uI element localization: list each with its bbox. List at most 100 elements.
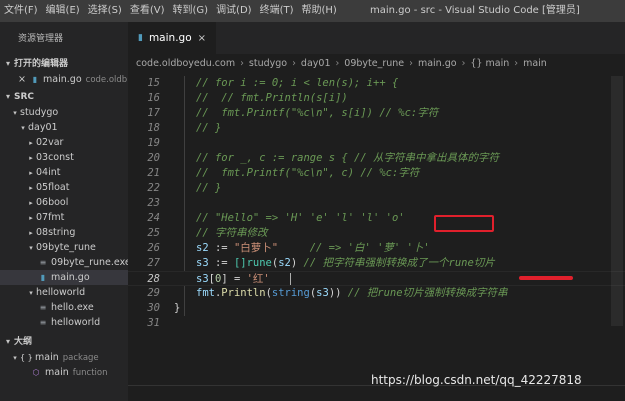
breadcrumb-item[interactable]: studygo bbox=[249, 54, 287, 74]
chevron-down-icon: ▾ bbox=[21, 124, 25, 132]
tree-label: 02var bbox=[36, 137, 64, 148]
menu-debug[interactable]: 调试(D) bbox=[212, 0, 256, 22]
chevron-right-icon: › bbox=[240, 58, 244, 69]
chevron-down-icon: ▾ bbox=[13, 109, 17, 117]
tree-label: main.go bbox=[51, 272, 90, 283]
tree-file-hello-exe[interactable]: ≡ hello.exe bbox=[0, 300, 128, 315]
line-number: 28 bbox=[147, 273, 160, 285]
scrollbar[interactable] bbox=[611, 76, 623, 326]
code-line-31: 31 bbox=[128, 316, 625, 331]
chevron-right-icon: ▸ bbox=[29, 214, 33, 222]
menu-file[interactable]: 文件(F) bbox=[0, 0, 42, 22]
line-number: 31 bbox=[147, 317, 160, 329]
code-line-24: 24 // "Hello" => 'H' 'e' 'l' 'l' 'o' bbox=[128, 211, 625, 226]
outline-desc: function bbox=[72, 368, 108, 378]
code-text: // 字符串修改 bbox=[196, 227, 268, 239]
watermark-text: https://blog.csdn.net/qq_42227818 bbox=[371, 373, 582, 387]
code-var: s2 bbox=[196, 242, 209, 254]
breadcrumb-item[interactable]: {} main bbox=[470, 54, 509, 74]
text-cursor bbox=[289, 273, 291, 285]
menu-go[interactable]: 转到(G) bbox=[169, 0, 213, 22]
tree-folder-helloworld[interactable]: ▾ helloworld bbox=[0, 285, 128, 300]
open-editors-section[interactable]: ▾ 打开的编辑器 bbox=[0, 56, 128, 72]
chevron-right-icon: › bbox=[409, 58, 413, 69]
code-line-18: 18 // } bbox=[128, 121, 625, 136]
chevron-right-icon: ▸ bbox=[29, 169, 33, 177]
src-section[interactable]: ▾ SRC bbox=[0, 89, 128, 105]
tab-bar: ▮ main.go × bbox=[128, 22, 625, 54]
close-icon[interactable]: × bbox=[18, 72, 30, 87]
tree-folder-03const[interactable]: ▸ 03const bbox=[0, 150, 128, 165]
line-number: 24 bbox=[147, 212, 160, 224]
go-file-icon: ▮ bbox=[138, 33, 143, 43]
tree-file-main-go[interactable]: ▮ main.go bbox=[0, 270, 128, 285]
code-line-23: 23 bbox=[128, 196, 625, 211]
tab-main-go[interactable]: ▮ main.go × bbox=[128, 22, 217, 54]
close-icon[interactable]: × bbox=[198, 33, 206, 44]
tree-folder-02var[interactable]: ▸ 02var bbox=[0, 135, 128, 150]
outline-title: 大纲 bbox=[14, 337, 33, 347]
breadcrumb-item[interactable]: main bbox=[523, 54, 547, 74]
line-number: 16 bbox=[147, 92, 160, 104]
tree-folder-04int[interactable]: ▸ 04int bbox=[0, 165, 128, 180]
code-var: s3 bbox=[316, 287, 329, 299]
tree-folder-studygo[interactable]: ▾ studygo bbox=[0, 105, 128, 120]
line-number: 26 bbox=[147, 242, 160, 254]
menu-view[interactable]: 查看(V) bbox=[126, 0, 169, 22]
line-number: 20 bbox=[147, 152, 160, 164]
code-var: s3 bbox=[196, 273, 209, 285]
breadcrumb-item[interactable]: code.oldboyedu.com bbox=[136, 54, 235, 74]
code-text: // fmt.Printf("%c\n", c) // %c:字符 bbox=[196, 167, 420, 179]
tree-file-helloworld[interactable]: ≡ helloworld bbox=[0, 315, 128, 330]
code-editor[interactable]: 15 // for i := 0; i < len(s); i++ { 16 // … bbox=[128, 76, 625, 366]
breadcrumb: code.oldboyedu.com › studygo › day01 › 09by… bbox=[128, 54, 625, 74]
red-underline-mark bbox=[519, 276, 573, 280]
breadcrumb-item[interactable]: 09byte_rune bbox=[344, 54, 404, 74]
chevron-down-icon: ▾ bbox=[6, 337, 11, 346]
outline-label: main bbox=[35, 352, 59, 363]
code-line-30: 30} bbox=[128, 301, 625, 316]
tree-label: 04int bbox=[36, 167, 61, 178]
code-text: // // fmt.Println(s[i]) bbox=[196, 92, 348, 104]
open-editors-title: 打开的编辑器 bbox=[14, 59, 69, 69]
src-title: SRC bbox=[14, 92, 35, 102]
chevron-down-icon: ▾ bbox=[29, 244, 33, 252]
red-highlight-box bbox=[434, 215, 494, 232]
tree-folder-08string[interactable]: ▸ 08string bbox=[0, 225, 128, 240]
code-var: s3 bbox=[196, 257, 209, 269]
breadcrumb-item[interactable]: main.go bbox=[418, 54, 457, 74]
menu-help[interactable]: 帮助(H) bbox=[298, 0, 341, 22]
code-text: // fmt.Printf("%c\n", s[i]) // %c:字符 bbox=[196, 107, 439, 119]
tree-folder-09byte-rune[interactable]: ▾ 09byte_rune bbox=[0, 240, 128, 255]
menu-selection[interactable]: 选择(S) bbox=[84, 0, 126, 22]
line-number: 29 bbox=[147, 287, 160, 299]
breadcrumb-item[interactable]: day01 bbox=[301, 54, 331, 74]
code-comment: // => '白' '萝' '卜' bbox=[309, 242, 430, 254]
tree-label: 07fmt bbox=[36, 212, 65, 223]
code-op: := bbox=[208, 242, 234, 254]
outline-desc: package bbox=[62, 353, 99, 363]
tree-file-09byte-rune-exe[interactable]: ≡ 09byte_rune.exe bbox=[0, 255, 128, 270]
outline-item-package[interactable]: ▾{ } main package bbox=[0, 350, 128, 365]
tree-folder-07fmt[interactable]: ▸ 07fmt bbox=[0, 210, 128, 225]
outline-label: main bbox=[45, 367, 69, 378]
menu-terminal[interactable]: 终端(T) bbox=[256, 0, 298, 22]
menu-bar: 文件(F) 编辑(E) 选择(S) 查看(V) 转到(G) 调试(D) 终端(T… bbox=[0, 0, 341, 22]
chevron-right-icon: ▸ bbox=[29, 229, 33, 237]
tree-folder-05float[interactable]: ▸ 05float bbox=[0, 180, 128, 195]
menu-edit[interactable]: 编辑(E) bbox=[42, 0, 84, 22]
tree-folder-day01[interactable]: ▾ day01 bbox=[0, 120, 128, 135]
outline-item-function[interactable]: ⬡ main function bbox=[0, 365, 128, 380]
file-icon: ≡ bbox=[39, 303, 47, 312]
editor-area: ▮ main.go × code.oldboyedu.com › studygo ›… bbox=[128, 22, 625, 401]
line-number: 27 bbox=[147, 257, 160, 269]
line-number: 25 bbox=[147, 227, 160, 239]
chevron-right-icon: ▸ bbox=[29, 139, 33, 147]
tree-folder-06bool[interactable]: ▸ 06bool bbox=[0, 195, 128, 210]
go-file-icon: ▮ bbox=[40, 273, 46, 282]
bottom-panel bbox=[128, 385, 625, 401]
open-editor-item[interactable]: ×▮ main.gocode.oldb... bbox=[0, 72, 128, 87]
chevron-right-icon: › bbox=[514, 58, 519, 69]
outline-section[interactable]: ▾ 大纲 bbox=[0, 334, 128, 350]
tab-label: main.go bbox=[148, 32, 192, 44]
